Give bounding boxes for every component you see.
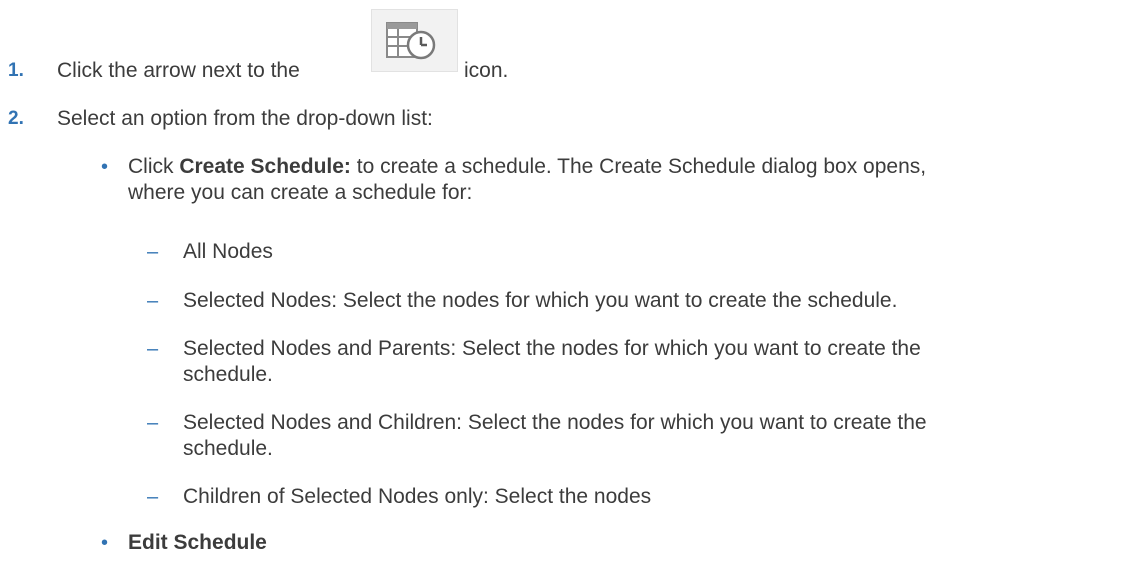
bullet-marker: • (101, 156, 109, 178)
bullet-marker: • (101, 532, 109, 554)
step-number: 2. (8, 108, 24, 129)
bullet-create-line1: Click Create Schedule: to create a sched… (128, 155, 926, 179)
bullet-create-line2: where you can create a schedule for: (128, 181, 473, 204)
bullet-create-bold: Create Schedule: (179, 155, 351, 178)
sub-item-parents-line2: schedule. (183, 363, 273, 386)
dash-marker: – (147, 241, 159, 263)
dash-marker: – (147, 486, 159, 508)
sub-item-children-line2: schedule. (183, 437, 273, 460)
sub-item-children-line1: Selected Nodes and Children: Select the … (183, 411, 927, 434)
dash-marker: – (147, 338, 159, 360)
bullet-edit: Edit Schedule (128, 531, 267, 555)
sub-item-parents-line1: Selected Nodes and Parents: Select the n… (183, 337, 921, 360)
bullet-create-suffix: to create a schedule. The Create Schedul… (356, 155, 927, 178)
step-text: Select an option from the drop-down list… (57, 107, 433, 130)
sub-item-children-only: Children of Selected Nodes only: Select … (183, 485, 652, 508)
schedule-icon[interactable] (371, 9, 458, 72)
step-text-after: icon. (464, 59, 509, 82)
sub-item-all-nodes: All Nodes (183, 240, 273, 263)
sub-item-selected-nodes: Selected Nodes: Select the nodes for whi… (183, 289, 898, 312)
step-text: Click the arrow next to the (57, 59, 300, 83)
dash-marker: – (147, 290, 159, 312)
bullet-create-prefix: Click (128, 155, 174, 178)
bullet-edit-bold: Edit Schedule (128, 531, 267, 554)
step-number: 1. (8, 60, 24, 81)
schedule-icon-graphic (386, 22, 436, 60)
step-text-before: Click the arrow next to the (57, 59, 300, 82)
dash-marker: – (147, 412, 159, 434)
